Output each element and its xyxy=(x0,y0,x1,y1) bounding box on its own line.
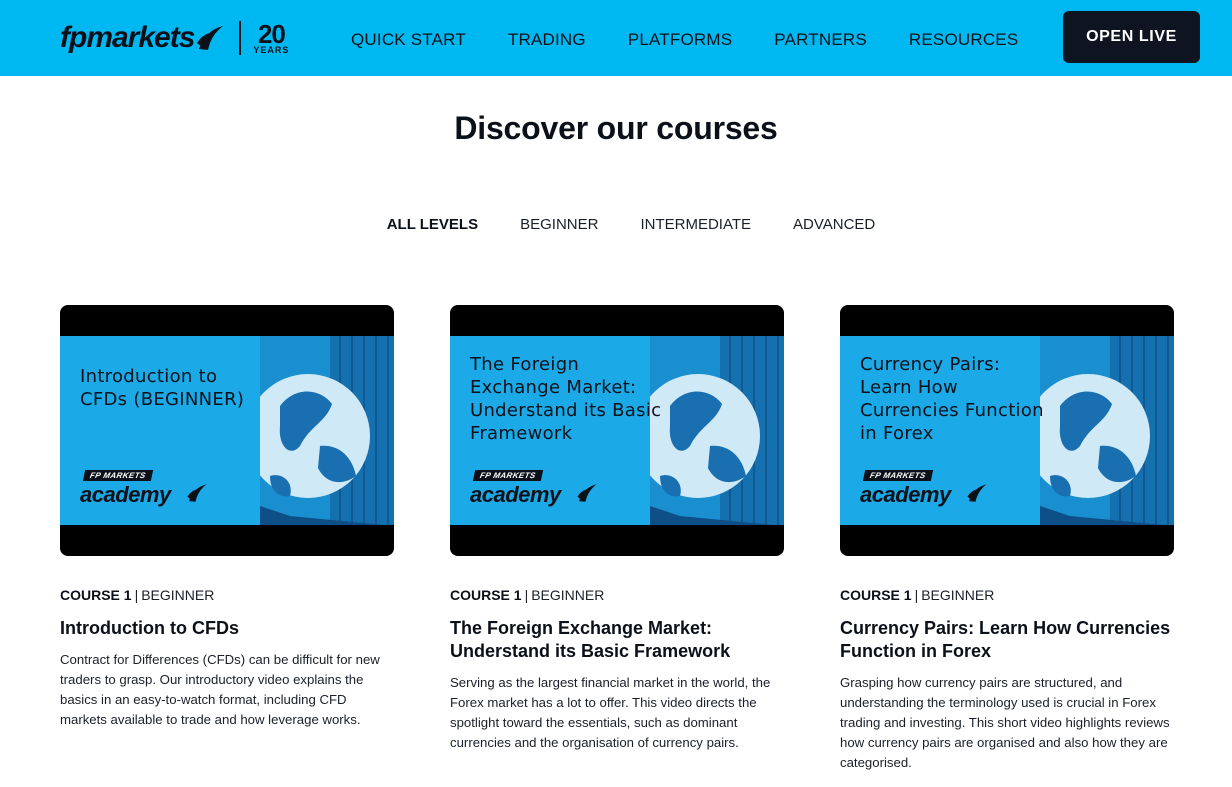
course-number: COURSE 1 xyxy=(450,587,522,603)
nav-quick-start[interactable]: QUICK START xyxy=(351,30,466,50)
filter-beginner[interactable]: BEGINNER xyxy=(520,216,598,233)
course-video-thumbnail[interactable]: Currency Pairs: Learn How Currencies Fun… xyxy=(840,305,1174,556)
course-meta: COURSE 1 | BEGINNER xyxy=(450,587,605,603)
thumbnail-artwork: The Foreign Exchange Market: Understand … xyxy=(450,336,784,525)
nav-platforms[interactable]: PLATFORMS xyxy=(628,30,732,50)
course-meta: COURSE 1 | BEGINNER xyxy=(60,587,215,603)
course-video-thumbnail[interactable]: The Foreign Exchange Market: Understand … xyxy=(450,305,784,556)
academy-wordmark: academy xyxy=(860,482,951,507)
academy-wordmark: academy xyxy=(80,482,171,507)
logo-wordmark: fpmarkets xyxy=(60,21,195,54)
course-description: Contract for Differences (CFDs) can be d… xyxy=(60,652,380,727)
thumbnail-caption: Currency Pairs: Learn How Currencies Fun… xyxy=(860,354,1044,444)
course-meta: COURSE 1 | BEGINNER xyxy=(840,587,995,603)
course-level: BEGINNER xyxy=(921,587,995,603)
page-title: Discover our courses xyxy=(454,110,778,146)
academy-swoosh-icon xyxy=(967,484,987,502)
course-video-thumbnail[interactable]: Introduction to CFDs (BEGINNER) FP MARKE… xyxy=(60,305,394,556)
open-live-button[interactable]: OPEN LIVE xyxy=(1063,11,1200,63)
level-filter-tabs: ALL LEVELS BEGINNER INTERMEDIATE ADVANCE… xyxy=(0,216,1232,233)
thumbnail-caption: Introduction to CFDs (BEGINNER) xyxy=(80,366,245,410)
globe-image xyxy=(260,336,394,525)
fpmarkets-logo[interactable]: fpmarkets 20 YEARS xyxy=(60,18,289,58)
fp-markets-badge: FP MARKETS xyxy=(862,470,933,481)
nav-partners[interactable]: PARTNERS xyxy=(774,30,867,50)
filter-intermediate[interactable]: INTERMEDIATE xyxy=(640,216,751,233)
thumbnail-artwork: Introduction to CFDs (BEGINNER) FP MARKE… xyxy=(60,336,394,525)
academy-swoosh-icon xyxy=(187,484,207,502)
thumbnail-artwork: Currency Pairs: Learn How Currencies Fun… xyxy=(840,336,1174,525)
thumbnail-caption: The Foreign Exchange Market: Understand … xyxy=(470,354,662,444)
anniversary-badge: 20 YEARS xyxy=(253,21,289,55)
years-number: 20 xyxy=(257,19,286,49)
logo-swoosh-icon xyxy=(197,26,224,50)
filter-all-levels[interactable]: ALL LEVELS xyxy=(387,216,478,233)
globe-image xyxy=(650,336,784,525)
nav-trading[interactable]: TRADING xyxy=(508,30,586,50)
course-level: BEGINNER xyxy=(531,587,605,603)
academy-wordmark: academy xyxy=(470,482,561,507)
logo-divider xyxy=(239,21,242,55)
course-card: Currency Pairs: Learn How Currencies Fun… xyxy=(840,305,1174,773)
course-title[interactable]: Currency Pairs: Learn How Currencies Fun… xyxy=(840,617,1174,663)
course-level: BEGINNER xyxy=(141,587,215,603)
course-title[interactable]: The Foreign Exchange Market: Understand … xyxy=(450,617,784,663)
course-title[interactable]: Introduction to CFDs xyxy=(60,617,394,640)
filter-advanced[interactable]: ADVANCED xyxy=(793,216,875,233)
academy-swoosh-icon xyxy=(577,484,597,502)
fp-markets-badge: FP MARKETS xyxy=(472,470,543,481)
fp-markets-badge: FP MARKETS xyxy=(82,470,153,481)
site-header: fpmarkets 20 YEARS QUICK START TRADING P… xyxy=(0,0,1232,76)
course-number: COURSE 1 xyxy=(60,587,132,603)
course-description: Grasping how currency pairs are structur… xyxy=(840,675,1170,770)
main-nav: QUICK START TRADING PLATFORMS PARTNERS R… xyxy=(351,30,1060,50)
years-label: YEARS xyxy=(253,45,290,55)
course-card: The Foreign Exchange Market: Understand … xyxy=(450,305,784,753)
course-description: Serving as the largest financial market … xyxy=(450,675,771,750)
nav-resources[interactable]: RESOURCES xyxy=(909,30,1019,50)
course-card: Introduction to CFDs (BEGINNER) FP MARKE… xyxy=(60,305,394,730)
globe-image xyxy=(1040,336,1174,525)
course-number: COURSE 1 xyxy=(840,587,912,603)
